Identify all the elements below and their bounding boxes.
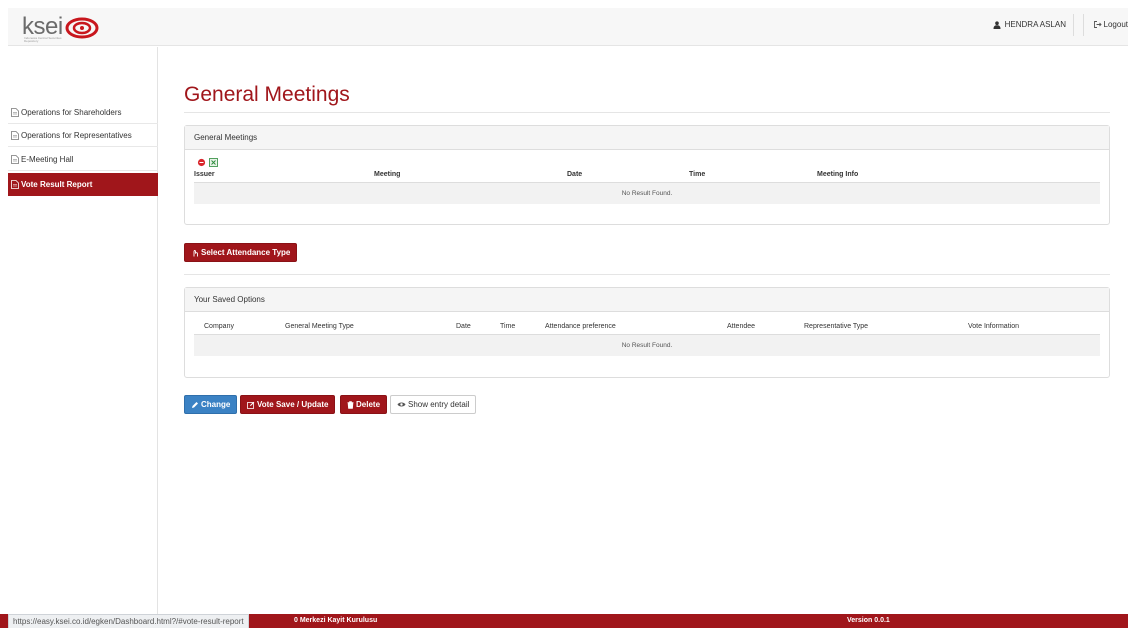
file-icon	[11, 130, 19, 140]
delete-button[interactable]: Delete	[340, 395, 388, 414]
column-header-attendance-preference[interactable]: Attendance preference	[545, 323, 616, 330]
top-navbar: ksei Indonesia Central Securities Deposi…	[8, 8, 1128, 46]
button-label: Vote Save / Update	[257, 400, 329, 409]
empty-result-row: No Result Found.	[194, 334, 1100, 356]
column-header-date[interactable]: Date	[567, 171, 582, 178]
sign-out-icon	[1093, 21, 1102, 28]
column-header-company[interactable]: Company	[204, 323, 234, 330]
file-icon	[11, 107, 19, 117]
sidebar: Operations for Shareholders Operations f…	[8, 47, 158, 615]
pencil-icon	[192, 401, 198, 408]
column-header-representative-type[interactable]: Representative Type	[804, 323, 868, 330]
button-label: Delete	[356, 400, 381, 409]
section-divider	[184, 274, 1110, 275]
user-name: HENDRA ASLAN	[1004, 20, 1066, 29]
panel-heading: General Meetings	[185, 126, 1109, 150]
column-header-meeting[interactable]: Meeting	[374, 171, 400, 178]
sidebar-item-label: Vote Result Report	[21, 180, 93, 189]
user-menu[interactable]: HENDRA ASLAN	[993, 20, 1066, 29]
sidebar-item-e-meeting-hall[interactable]: E-Meeting Hall	[8, 148, 158, 171]
browser-status-url: https://easy.ksei.co.id/egken/Dashboard.…	[8, 614, 249, 628]
sidebar-item-vote-result-report[interactable]: Vote Result Report	[8, 173, 158, 196]
logo-swirl-icon	[65, 17, 99, 39]
empty-result-row: No Result Found.	[194, 182, 1100, 204]
column-header-vote-information[interactable]: Vote Information	[968, 323, 1019, 330]
sidebar-item-label: E-Meeting Hall	[21, 154, 74, 164]
file-icon	[11, 180, 19, 189]
saved-options-panel: Your Saved Options Company General Meeti…	[184, 287, 1110, 378]
select-attendance-type-button[interactable]: Select Attendance Type	[184, 243, 298, 262]
sidebar-item-operations-representatives[interactable]: Operations for Representatives	[8, 124, 158, 147]
sidebar-item-label: Operations for Shareholders	[21, 107, 122, 117]
eye-icon	[397, 402, 406, 407]
button-label: Show entry detail	[408, 400, 470, 409]
footer-copyright: 0 Merkezi Kayit Kurulusu	[294, 617, 378, 624]
column-header-issuer[interactable]: Issuer	[194, 171, 215, 178]
column-header-meeting-info[interactable]: Meeting Info	[817, 171, 858, 178]
column-header-general-meeting-type[interactable]: General Meeting Type	[285, 323, 354, 330]
logo-subtitle: Indonesia Central Securities Depository	[24, 36, 62, 43]
footer-version: Version 0.0.1	[847, 617, 890, 624]
page-title: General Meetings	[184, 83, 350, 106]
person-icon	[993, 20, 1001, 29]
pdf-export-icon[interactable]	[197, 158, 206, 167]
column-header-attendee[interactable]: Attendee	[727, 323, 755, 330]
header-divider	[1073, 14, 1074, 36]
trash-icon	[347, 400, 354, 409]
excel-export-icon[interactable]	[209, 158, 218, 167]
hand-pointer-icon	[193, 249, 198, 256]
general-meetings-panel: General Meetings Issuer Meeting Date Tim…	[184, 125, 1110, 225]
file-icon	[11, 154, 19, 164]
saved-options-table-header: Company General Meeting Type Date Time A…	[194, 323, 1100, 333]
button-label: Select Attendance Type	[201, 248, 291, 257]
meetings-table-header: Issuer Meeting Date Time Meeting Info	[194, 171, 1100, 181]
logout-link[interactable]: Logout	[1093, 20, 1128, 29]
column-header-date[interactable]: Date	[456, 323, 471, 330]
column-header-time[interactable]: Time	[500, 323, 515, 330]
show-entry-detail-button[interactable]: Show entry detail	[390, 395, 477, 414]
logout-label: Logout	[1103, 20, 1128, 29]
title-divider	[184, 112, 1110, 113]
sidebar-item-operations-shareholders[interactable]: Operations for Shareholders	[8, 101, 158, 124]
vote-save-update-button[interactable]: Vote Save / Update	[240, 395, 336, 414]
header-divider	[1083, 14, 1084, 36]
change-button[interactable]: Change	[184, 395, 238, 414]
column-header-time[interactable]: Time	[689, 171, 705, 178]
edit-icon	[247, 401, 255, 409]
panel-heading: Your Saved Options	[185, 288, 1109, 312]
sidebar-item-label: Operations for Representatives	[21, 130, 132, 140]
button-label: Change	[201, 400, 231, 409]
